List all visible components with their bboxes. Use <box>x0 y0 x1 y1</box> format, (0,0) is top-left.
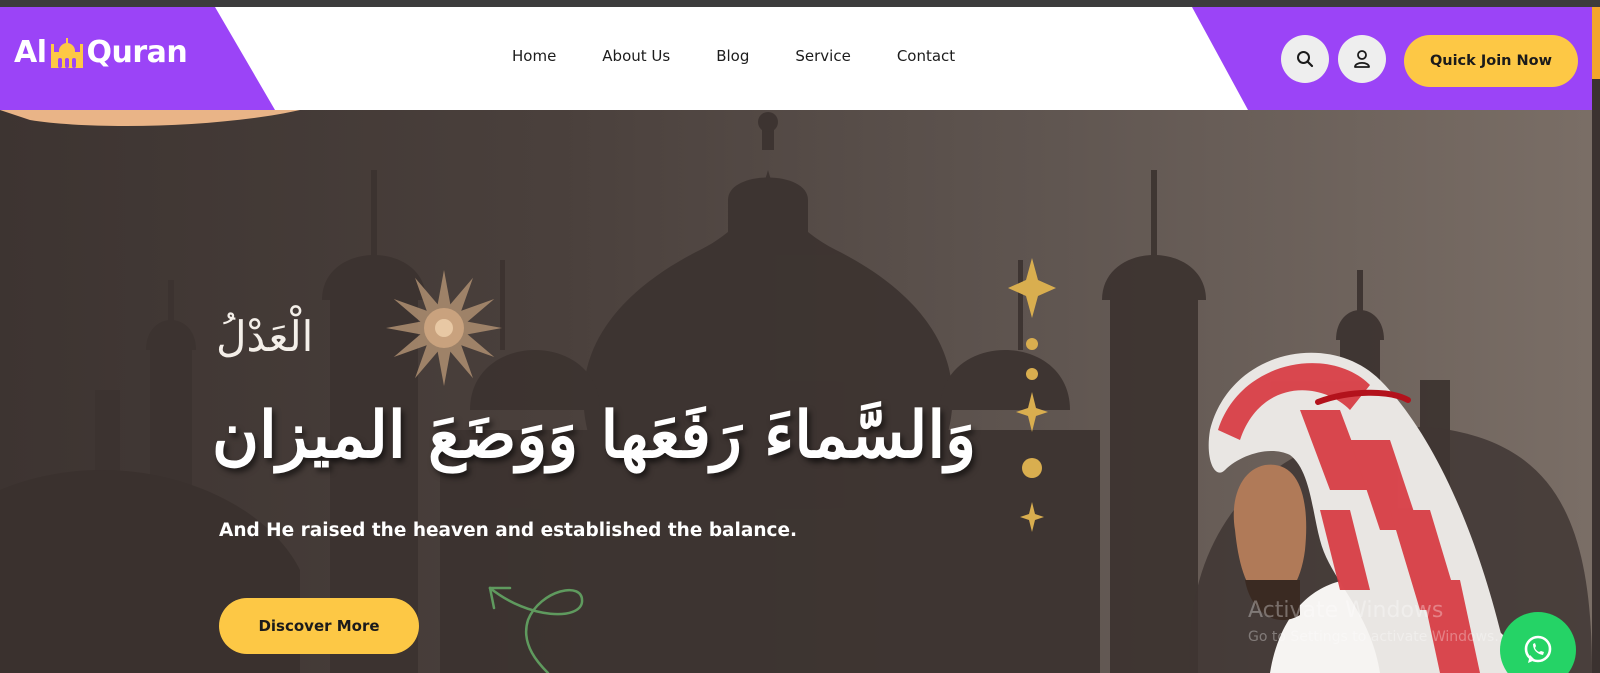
hero-arabic-verse: وَالسَّماءَ رَفَعَها وَوَضَعَ الميزان <box>212 398 976 473</box>
nav-blog[interactable]: Blog <box>716 47 749 65</box>
hero-tagline: And He raised the heaven and established… <box>219 520 798 541</box>
browser-top-strip <box>0 0 1600 7</box>
hero-arabic-small: الْعَدْلُ <box>216 312 314 361</box>
logo-text-left: Al <box>14 35 47 70</box>
whatsapp-icon <box>1524 635 1552 663</box>
peach-accent-arc <box>0 110 300 126</box>
search-icon <box>1297 51 1314 68</box>
discover-more-button[interactable]: Discover More <box>219 598 419 654</box>
nav-home[interactable]: Home <box>512 47 556 65</box>
site-header: Al Quran Home About Us Blog Service Cont… <box>0 7 1600 110</box>
site-logo[interactable]: Al Quran <box>14 35 188 70</box>
search-button[interactable] <box>1281 35 1329 83</box>
nav-about-us[interactable]: About Us <box>602 47 670 65</box>
accent-edge <box>1592 7 1600 79</box>
watermark-title: Activate Windows <box>1248 598 1444 623</box>
logo-text-right: Quran <box>86 35 188 70</box>
mosque-logo-icon <box>50 37 83 68</box>
user-icon <box>1354 50 1370 68</box>
mosque-silhouette-background <box>0 112 1592 673</box>
nav-contact[interactable]: Contact <box>897 47 955 65</box>
hero-section: الْعَدْلُ وَالسَّماءَ رَفَعَها وَوَضَعَ … <box>0 110 1592 673</box>
quick-join-button[interactable]: Quick Join Now <box>1404 35 1578 87</box>
activate-windows-watermark: Activate Windows Go to Settings to activ… <box>1248 598 1499 645</box>
account-button[interactable] <box>1338 35 1386 83</box>
watermark-subtitle: Go to Settings to activate Windows. <box>1248 629 1499 645</box>
nav-service[interactable]: Service <box>795 47 850 65</box>
main-nav: Home About Us Blog Service Contact <box>512 47 1001 65</box>
